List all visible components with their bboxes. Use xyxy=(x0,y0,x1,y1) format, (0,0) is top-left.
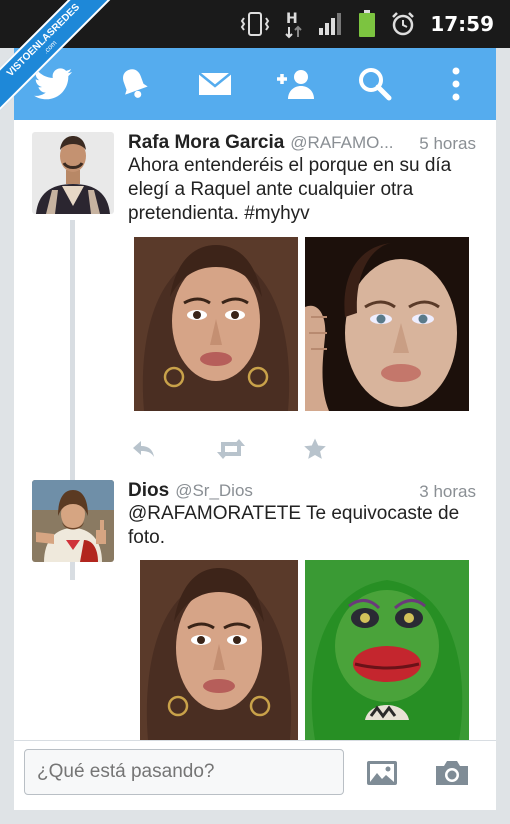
tweet-photo-1[interactable] xyxy=(140,560,298,740)
tweet-time: 3 horas xyxy=(413,482,476,502)
timeline: Rafa Mora Garcia @RAFAMO... 5 horas Ahora… xyxy=(14,120,496,740)
camera-icon[interactable] xyxy=(432,755,472,791)
alarm-icon xyxy=(390,11,416,37)
search-icon[interactable] xyxy=(345,54,405,114)
network-label: H xyxy=(286,11,298,27)
display-name[interactable]: Dios xyxy=(128,480,169,501)
tweet-text: Ahora entenderéis el porque en su día el… xyxy=(128,155,452,224)
watermark-text: VISTOENLASREDES xyxy=(4,1,83,80)
compose-tweet-input[interactable] xyxy=(24,749,344,795)
watermark-ribbon: VISTOENLASREDES .com xyxy=(0,0,120,120)
tweet-time: 5 horas xyxy=(413,134,476,154)
tweet-dios[interactable]: Dios @Sr_Dios 3 horas @RAFAMORATETE Te eq… xyxy=(14,480,496,740)
retweet-icon[interactable] xyxy=(216,434,246,464)
network-h-icon: H xyxy=(284,9,304,39)
photo-gallery-icon[interactable] xyxy=(362,755,402,791)
favorite-star-icon[interactable] xyxy=(300,434,330,464)
add-user-icon[interactable] xyxy=(265,54,325,114)
messages-envelope-icon[interactable] xyxy=(185,54,245,114)
user-handle[interactable]: @RAFAMO... xyxy=(290,133,393,152)
tweet-text: @RAFAMORATETE Te equivocaste de foto. xyxy=(128,503,460,548)
clock-time: 17:59 xyxy=(430,12,494,36)
tweet-photo-2[interactable] xyxy=(305,560,469,740)
avatar[interactable] xyxy=(32,480,114,562)
vibrate-icon xyxy=(240,11,270,37)
display-name[interactable]: Rafa Mora Garcia xyxy=(128,132,284,153)
tweet-rafa-mora[interactable]: Rafa Mora Garcia @RAFAMO... 5 horas Ahora… xyxy=(14,132,496,472)
user-handle[interactable]: @Sr_Dios xyxy=(175,481,253,500)
battery-icon xyxy=(358,10,376,38)
tweet-actions xyxy=(128,434,428,464)
tweet-photo-1[interactable] xyxy=(134,237,298,411)
signal-icon xyxy=(318,12,344,36)
avatar[interactable] xyxy=(32,132,114,214)
reply-icon[interactable] xyxy=(128,434,158,464)
overflow-menu-icon[interactable] xyxy=(426,54,486,114)
compose-bar xyxy=(14,740,496,810)
tweet-photo-2[interactable] xyxy=(305,237,469,411)
